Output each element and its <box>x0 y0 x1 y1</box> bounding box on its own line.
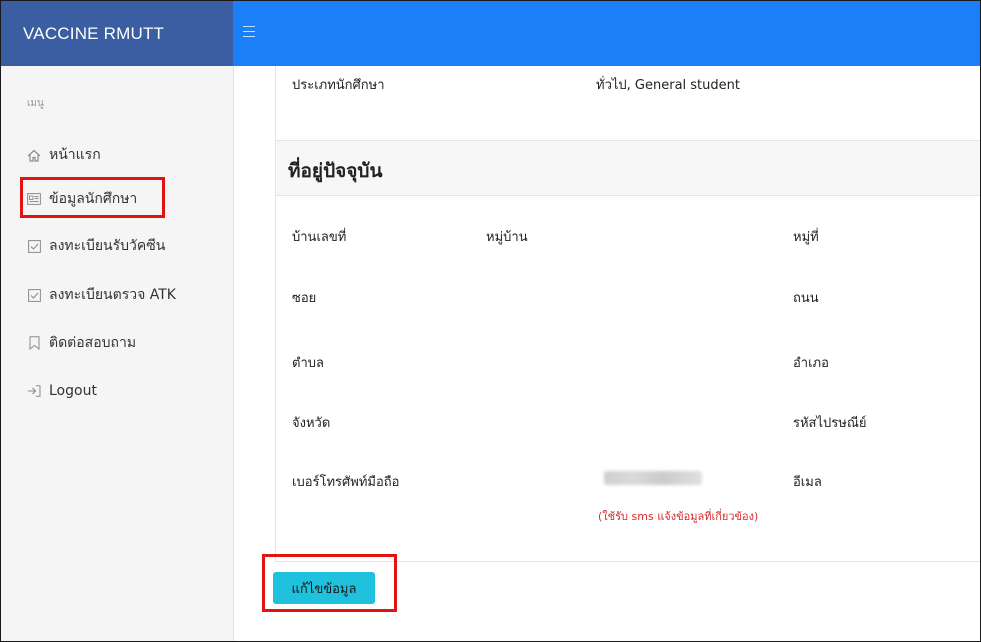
sidebar-item-label: ข้อมูลนักศึกษา <box>49 191 138 207</box>
home-icon <box>27 148 41 162</box>
phone-label: เบอร์โทรศัพท์มือถือ <box>292 475 400 490</box>
sidebar-item-contact[interactable]: ติดต่อสอบถาม <box>27 332 136 354</box>
id-card-icon <box>27 192 41 206</box>
brand-title[interactable]: VACCINE RMUTT <box>1 1 233 66</box>
province-label: จังหวัด <box>292 416 331 431</box>
address-section-title: ที่อยู่ปัจจุบัน <box>288 160 383 182</box>
phone-note: (ใช้รับ sms แจ้งข้อมูลที่เกี่ยวข้อง) <box>598 510 759 523</box>
sidebar-item-label: หน้าแรก <box>49 147 101 163</box>
sidebar-item-label: ลงทะเบียนตรวจ ATK <box>49 287 176 303</box>
email-label: อีเมล <box>793 475 822 490</box>
sidebar: เมนู หน้าแรก ข้อมูลนักศึกษา ลงทะเบียนรับ… <box>1 66 234 641</box>
postcode-label: รหัสไปรษณีย์ <box>793 416 867 431</box>
top-navbar: VACCINE RMUTT <box>1 1 980 66</box>
sign-in-icon <box>27 384 41 398</box>
sidebar-item-student-info[interactable]: ข้อมูลนักศึกษา <box>27 188 137 210</box>
sidebar-item-home[interactable]: หน้าแรก <box>27 144 101 166</box>
menu-toggle-icon[interactable] <box>243 23 257 41</box>
moo-label: หมู่ที่ <box>793 230 819 245</box>
house-no-label: บ้านเลขที่ <box>292 230 347 245</box>
checkbox-icon <box>27 288 41 302</box>
student-type-value: ทั่วไป, General student <box>596 78 740 93</box>
checkbox-icon <box>27 239 41 253</box>
soi-label: ซอย <box>292 291 317 306</box>
village-label: หมู่บ้าน <box>486 230 528 245</box>
sidebar-item-logout[interactable]: Logout <box>27 380 97 402</box>
sidebar-header: เมนู <box>27 98 44 109</box>
sidebar-item-label: ลงทะเบียนรับวัคซีน <box>49 238 166 254</box>
sidebar-item-label: Logout <box>49 383 97 399</box>
sidebar-item-atk-register[interactable]: ลงทะเบียนตรวจ ATK <box>27 284 176 306</box>
phone-value-redacted <box>604 471 702 485</box>
bookmark-icon <box>27 336 41 350</box>
student-type-label: ประเภทนักศึกษา <box>292 78 385 93</box>
road-label: ถนน <box>793 291 819 306</box>
sidebar-item-label: ติดต่อสอบถาม <box>49 335 137 351</box>
subdistrict-label: ตำบล <box>292 356 324 371</box>
sidebar-item-vaccine-register[interactable]: ลงทะเบียนรับวัคซีน <box>27 235 165 257</box>
address-section-header: ที่อยู่ปัจจุบัน <box>276 140 980 196</box>
app-window: VACCINE RMUTT เมนู หน้าแรก ข้อมูลนักศึกษ… <box>0 0 981 642</box>
district-label: อำเภอ <box>793 356 829 371</box>
edit-info-button[interactable]: แก้ไขข้อมูล <box>273 572 375 604</box>
student-info-card: ประเภทนักศึกษา ทั่วไป, General student ท… <box>275 66 980 562</box>
main-content: ประเภทนักศึกษา ทั่วไป, General student ท… <box>259 66 980 641</box>
